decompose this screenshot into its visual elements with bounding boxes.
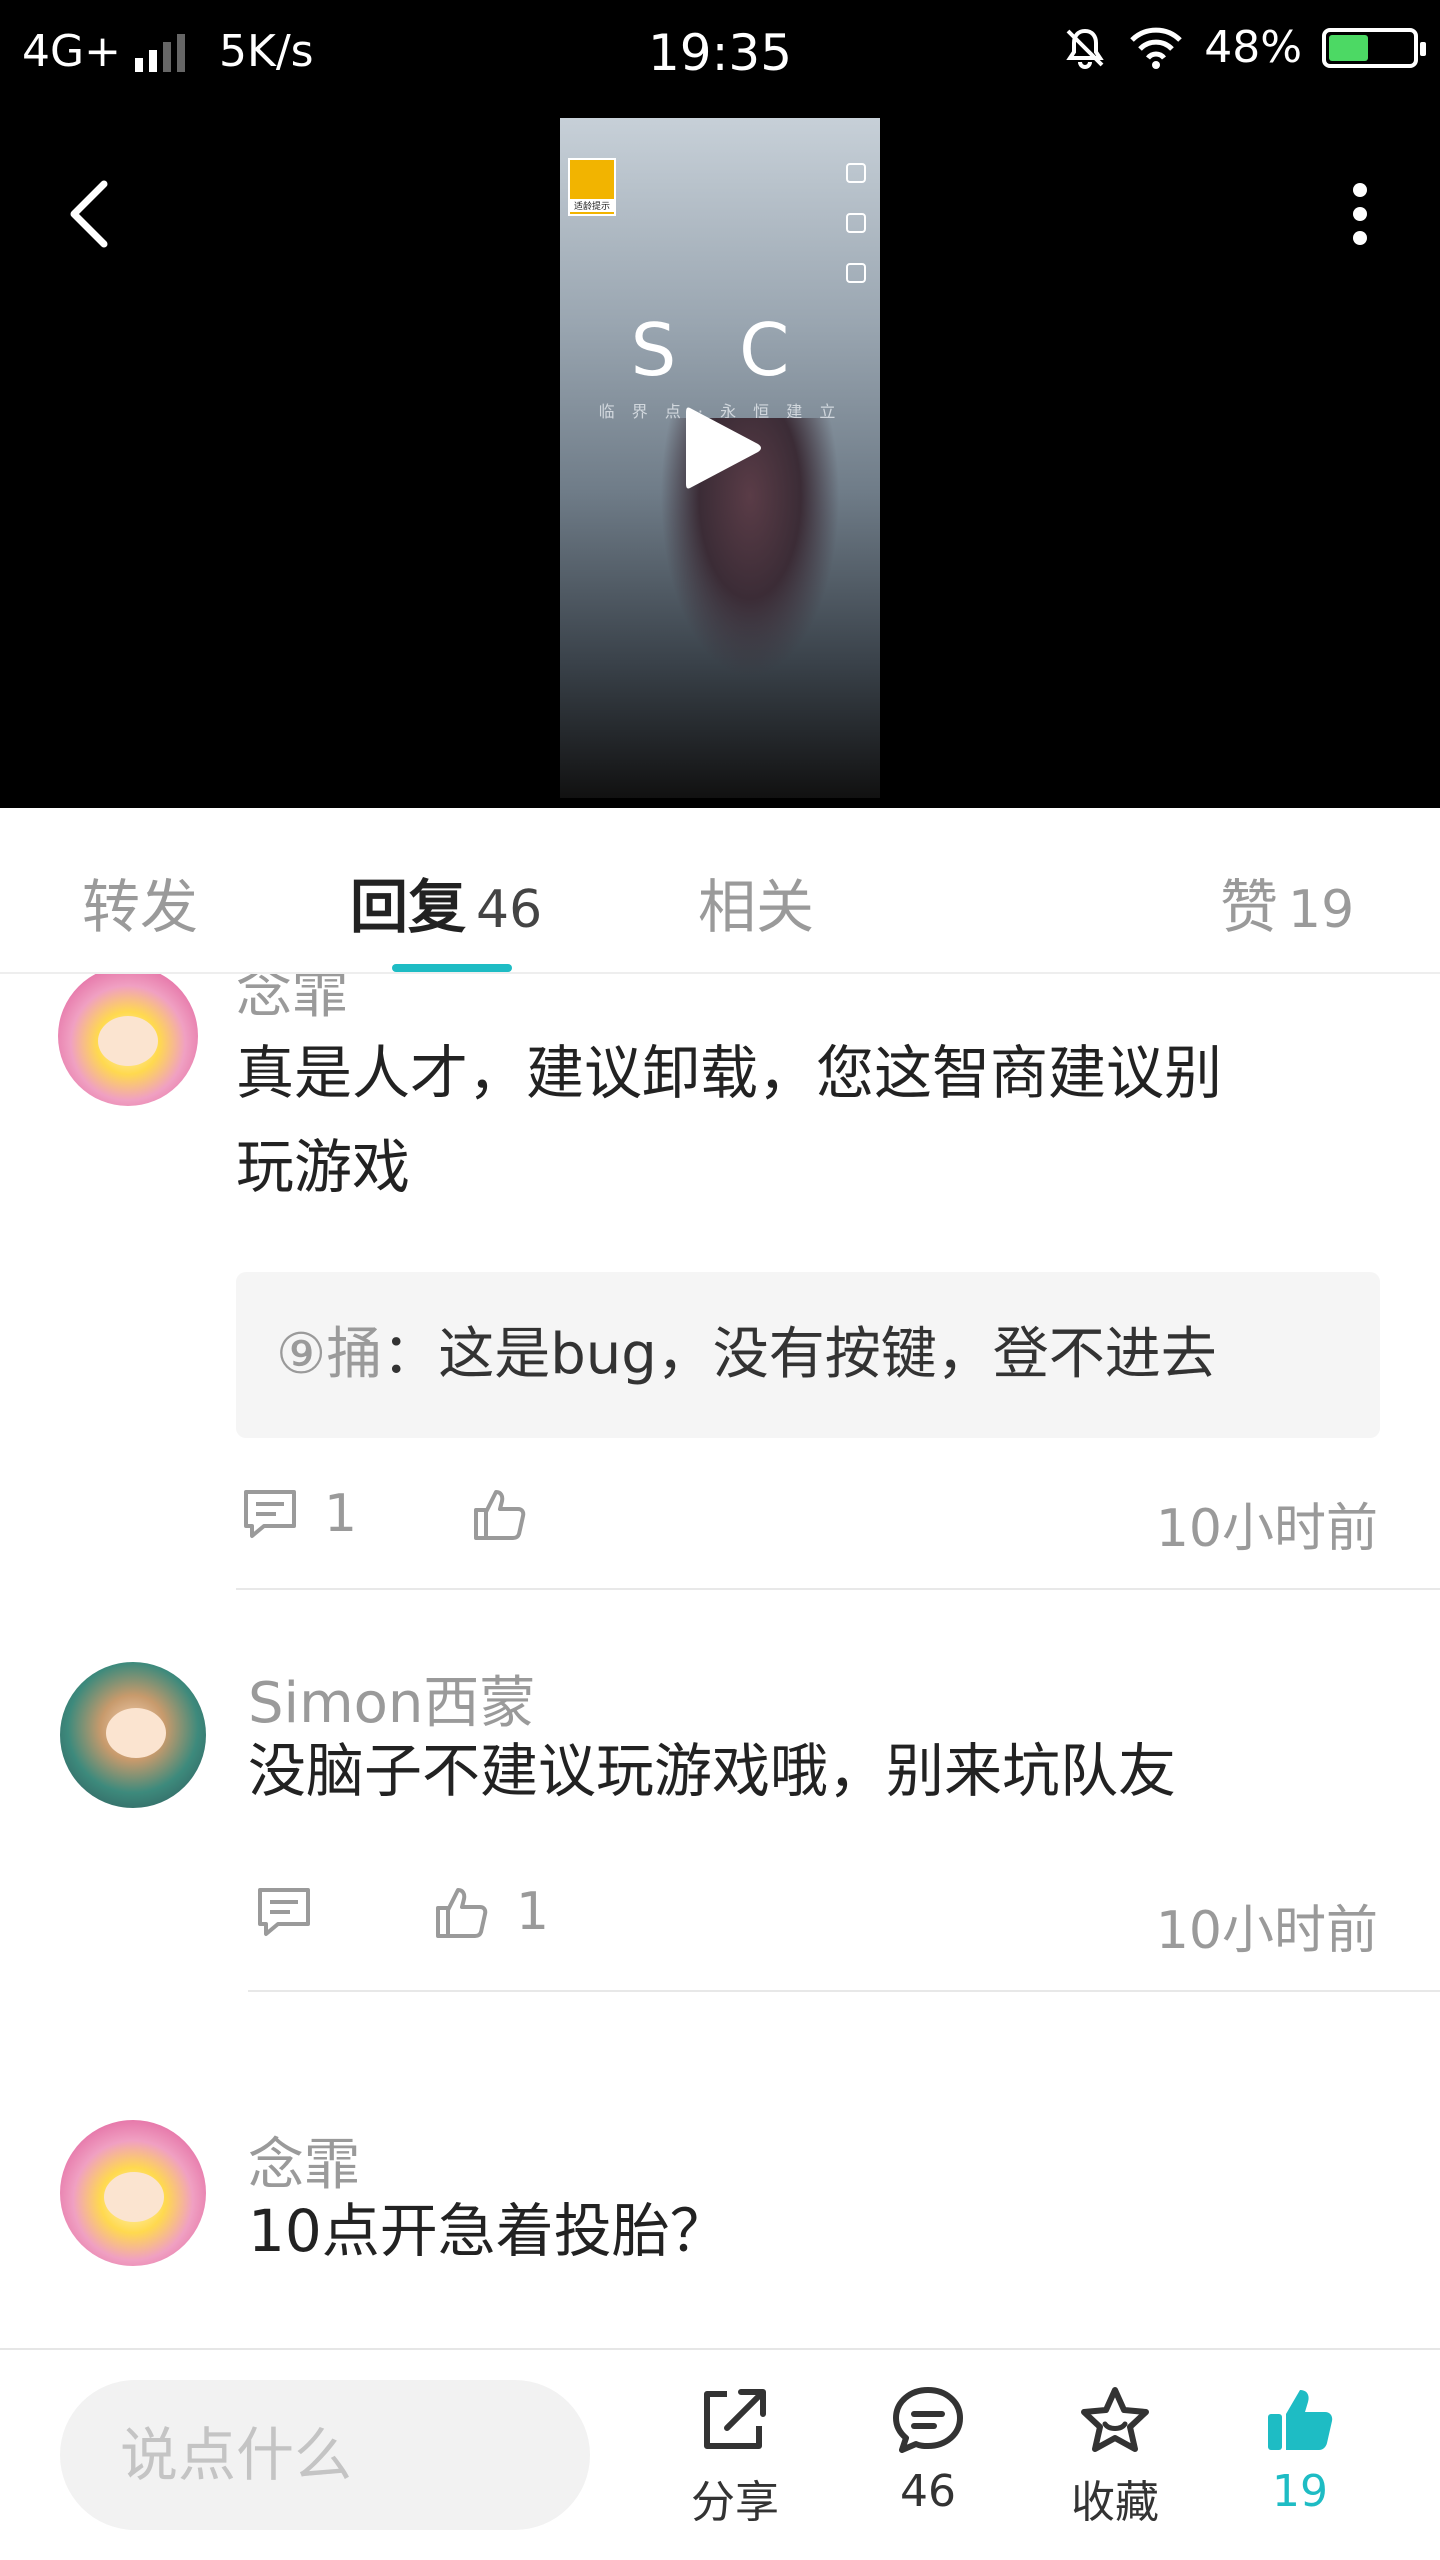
avatar[interactable]: [60, 2120, 206, 2266]
comments-button[interactable]: 46: [858, 2384, 998, 2517]
comment-text-line: 没脑子不建议玩游戏哦，别来坑队友: [248, 1737, 1177, 1805]
age-rating-badge: 适龄提示: [568, 158, 616, 216]
divider: [236, 1588, 1440, 1590]
tab-likes[interactable]: 赞 19: [1220, 860, 1354, 944]
play-icon[interactable]: [676, 398, 766, 498]
reply-button[interactable]: 1: [240, 1484, 357, 1544]
divider: [248, 1990, 1440, 1992]
like-post-button[interactable]: 19: [1230, 2384, 1370, 2517]
comments-count: 46: [900, 2466, 956, 2517]
bottom-action-bar: 说点什么 分享 46 收藏 19: [0, 2348, 1440, 2560]
active-tab-indicator: [392, 964, 512, 972]
comment-text-line: 10点开急着投胎？: [248, 2197, 728, 2265]
reply-count: 1: [324, 1484, 358, 1544]
tab-forward[interactable]: 转发: [82, 860, 198, 944]
comment-username[interactable]: 念霏: [236, 974, 348, 1029]
thumbs-up-icon: [474, 1490, 526, 1540]
tab-related[interactable]: 相关: [698, 860, 814, 944]
comment-input[interactable]: 说点什么: [60, 2380, 590, 2530]
comment-text: 10点开急着投胎？: [248, 2184, 728, 2278]
like-post-count: 19: [1272, 2466, 1328, 2517]
tab-forward-label: 转发: [82, 873, 199, 941]
tab-likes-count: 19: [1288, 880, 1355, 940]
comment-bubble-icon: [893, 2387, 963, 2453]
tab-bar: 转发 回复 46 相关 赞 19: [0, 808, 1440, 974]
comment-time: 10小时前: [1155, 1499, 1378, 1559]
favorite-label: 收藏: [1071, 2477, 1159, 2528]
comment-text: 真是人才，建议卸载，您这智商建议别 玩游戏: [236, 1026, 1222, 1214]
quote-author[interactable]: ⑨捅: [276, 1322, 382, 1387]
video-thumbnail[interactable]: 适龄提示 S C 临 界 点 · 永 恒 建 立: [560, 118, 880, 798]
quoted-reply[interactable]: ⑨捅：这是bug，没有按键，登不进去: [236, 1272, 1380, 1438]
back-icon[interactable]: [60, 174, 120, 254]
comment-text: 没脑子不建议玩游戏哦，别来坑队友: [248, 1724, 1176, 1818]
tab-replies[interactable]: 回复 46: [350, 860, 542, 944]
bell-muted-icon: [1066, 28, 1104, 69]
game-logo: S C: [630, 308, 810, 392]
comment-list[interactable]: 念霏 真是人才，建议卸载，您这智商建议别 玩游戏 ⑨捅：这是bug，没有按键，登…: [0, 974, 1440, 2348]
share-label: 分享: [691, 2477, 779, 2528]
more-vertical-icon[interactable]: [1340, 174, 1380, 254]
like-count: 1: [516, 1882, 550, 1942]
comment-text-line: 玩游戏: [236, 1133, 411, 1201]
comment-time: 10小时前: [1155, 1901, 1378, 1961]
tab-replies-label: 回复: [350, 873, 467, 941]
comment-text-line: 真是人才，建议卸载，您这智商建议别: [236, 1039, 1223, 1107]
thumbs-up-icon: [436, 1888, 488, 1938]
tab-likes-label: 赞: [1220, 873, 1279, 941]
video-player[interactable]: 适龄提示 S C 临 界 点 · 永 恒 建 立: [0, 104, 1440, 808]
quote-separator: ：: [382, 1322, 439, 1387]
comment-icon: [258, 1888, 310, 1936]
like-button[interactable]: [470, 1484, 550, 1544]
like-button[interactable]: 1: [432, 1882, 549, 1942]
battery-percent: 48%: [1204, 22, 1302, 73]
tab-replies-count: 46: [476, 880, 543, 940]
share-button[interactable]: 分享: [665, 2384, 805, 2530]
thumbs-up-filled-icon: [1268, 2390, 1333, 2450]
battery-icon: [1322, 27, 1426, 68]
share-icon: [704, 2389, 766, 2449]
star-icon: [1081, 2387, 1149, 2452]
wifi-icon: [1130, 27, 1182, 69]
comment-icon: [244, 1490, 296, 1538]
quote-text: 这是bug，没有按键，登不进去: [438, 1322, 1217, 1387]
status-bar: 4G+ 5K/s 19:35 48%: [0, 0, 1440, 104]
favorite-button[interactable]: 收藏: [1045, 2384, 1185, 2530]
avatar[interactable]: [58, 974, 198, 1106]
avatar[interactable]: [60, 1662, 206, 1808]
reply-button[interactable]: [254, 1884, 338, 1940]
tab-related-label: 相关: [698, 873, 815, 941]
